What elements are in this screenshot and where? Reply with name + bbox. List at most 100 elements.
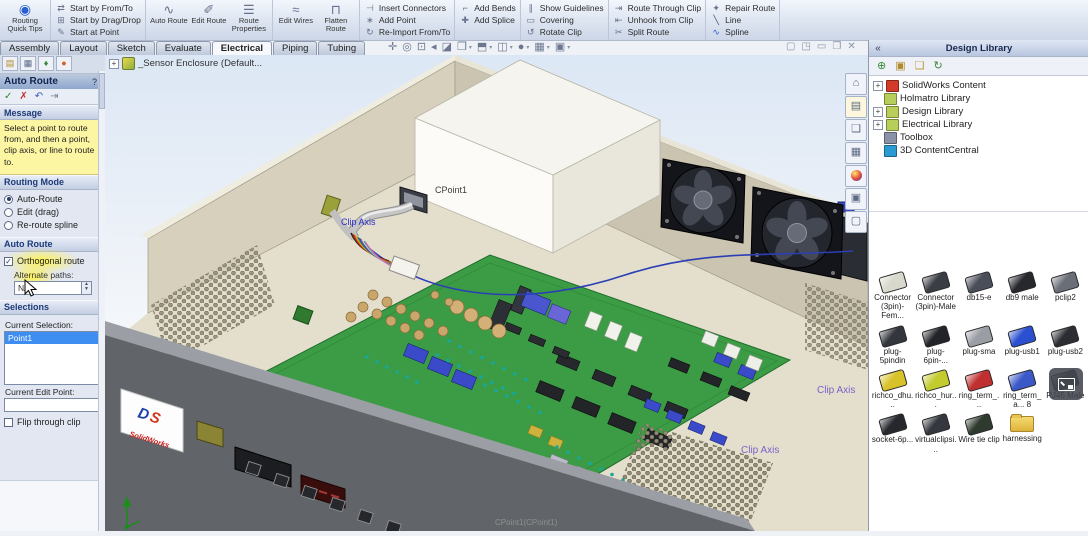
library-part-richco-hur[interactable]: richco_hur...: [914, 372, 957, 409]
library-part-connector-3pin-male[interactable]: Connector (3pin)-Male: [914, 274, 957, 321]
configurationmanager-tab[interactable]: ♦: [38, 56, 54, 71]
ribbon-button-route-properties[interactable]: ☰Route Properties: [229, 1, 269, 39]
propertymanager-tab[interactable]: ▦: [20, 56, 36, 71]
maximize-icon[interactable]: ▢: [786, 42, 795, 52]
ribbon-button-add-splice[interactable]: ✚Add Splice: [459, 14, 516, 26]
tree-expand-icon[interactable]: +: [873, 120, 883, 130]
appearances-tab[interactable]: [845, 165, 867, 187]
ribbon-button-covering[interactable]: ▭Covering: [525, 14, 604, 26]
routing-mode-group-header[interactable]: Routing Mode «: [0, 175, 105, 190]
tab-layout[interactable]: Layout: [60, 41, 107, 55]
flip-through-clip-option[interactable]: Flip through clip: [4, 416, 102, 429]
minimize-icon[interactable]: ▭: [817, 42, 826, 52]
library-part-pclip2[interactable]: pclip2: [1044, 274, 1087, 321]
routing-mode-option-re-route-spline[interactable]: Re-route spline: [4, 219, 102, 232]
tree-item-electrical-library[interactable]: +Electrical Library: [873, 118, 1088, 131]
library-part-plug-usb1[interactable]: plug-usb1: [1001, 328, 1044, 365]
camera-icon[interactable]: ▣: [555, 41, 565, 54]
ribbon-button-start-at-point[interactable]: ✎Start at Point: [55, 26, 141, 38]
zoom-fit-icon[interactable]: ◎: [402, 41, 412, 54]
feature-tree-item[interactable]: + _Sensor Enclosure (Default...: [109, 57, 262, 70]
view-orientation-icon[interactable]: ❒: [457, 41, 467, 54]
ribbon-button-start-by-drag-drop[interactable]: ⊞Start by Drag/Drop: [55, 14, 141, 26]
radio-icon[interactable]: [4, 221, 13, 230]
auto-route-group-header[interactable]: Auto Route «: [0, 237, 105, 252]
library-part-harnessing[interactable]: harnessing: [1001, 416, 1044, 453]
current-edit-point-input[interactable]: [4, 398, 102, 412]
routing-mode-option-auto-route[interactable]: Auto-Route: [4, 193, 102, 206]
view-palette-tab[interactable]: ▦: [845, 142, 867, 164]
dimxpertmanager-tab[interactable]: ●: [56, 56, 72, 71]
dropdown-arrow-icon[interactable]: ▾: [469, 44, 472, 51]
file-explorer-tab[interactable]: ❏: [845, 119, 867, 141]
ribbon-button-start-by-from-to[interactable]: ⇄Start by From/To: [55, 2, 141, 14]
ribbon-button-line[interactable]: ╲Line: [710, 14, 775, 26]
tab-electrical[interactable]: Electrical: [212, 41, 272, 55]
flip-through-clip-checkbox[interactable]: [4, 418, 13, 427]
tab-sketch[interactable]: Sketch: [108, 41, 155, 55]
dropdown-arrow-icon[interactable]: ▾: [547, 44, 550, 51]
library-part-virtualclipsi[interactable]: virtualclipsi...: [914, 416, 957, 453]
close-icon[interactable]: ✕: [847, 42, 855, 52]
tree-item-solidworks-content[interactable]: +SolidWorks Content: [873, 79, 1088, 92]
featuremanager-tab[interactable]: ▤: [2, 56, 18, 71]
refresh-icon[interactable]: ↻: [934, 59, 943, 73]
ribbon-button-show-guidelines[interactable]: ∥Show Guidelines: [525, 2, 604, 14]
ok-icon[interactable]: ✓: [4, 91, 12, 103]
library-part-connector-3pin-fem[interactable]: Connector (3pin)-Fem...: [871, 274, 914, 321]
zoom-area-icon[interactable]: ⊡: [417, 41, 426, 54]
pushpin-icon[interactable]: ⇥: [50, 91, 58, 103]
document-recovery-tab[interactable]: ▢: [845, 211, 867, 233]
orthogonal-route-option[interactable]: ✓ Orthogonal route: [4, 255, 102, 268]
library-part-socket-6p[interactable]: socket-6p...: [871, 416, 914, 453]
scene-icon[interactable]: ▦: [534, 41, 544, 54]
tab-assembly[interactable]: Assembly: [0, 41, 59, 55]
cascade-icon[interactable]: ❐: [832, 42, 841, 52]
orthogonal-route-checkbox[interactable]: ✓: [4, 257, 13, 266]
tab-evaluate[interactable]: Evaluate: [156, 41, 211, 55]
tree-item-design-library[interactable]: +Design Library: [873, 105, 1088, 118]
ribbon-button-routing-quick-tips[interactable]: ◉Routing Quick Tips: [3, 1, 47, 39]
create-new-folder-icon[interactable]: ❏: [915, 59, 925, 73]
library-part-plug-sma[interactable]: plug-sma: [957, 328, 1000, 365]
library-part-richco-dhu[interactable]: richco_dhu...: [871, 372, 914, 409]
tree-expand-icon[interactable]: +: [873, 107, 883, 117]
solidworks-resources-tab[interactable]: ⌂: [845, 73, 867, 95]
spinner-arrows-icon[interactable]: ▲▼: [82, 281, 92, 295]
collapse-panel-icon[interactable]: «: [869, 43, 887, 54]
design-library-tab[interactable]: ▤: [845, 96, 867, 118]
ribbon-button-split-route[interactable]: ✂Split Route: [613, 26, 702, 38]
tree-item-3d-contentcentral[interactable]: 3D ContentCentral: [873, 144, 1088, 157]
ribbon-button-route-through-clip[interactable]: ⇥Route Through Clip: [613, 2, 702, 14]
library-part-plug-6pin[interactable]: plug-6pin-...: [914, 328, 957, 365]
selection-list-item[interactable]: Point1: [5, 332, 101, 344]
radio-icon[interactable]: [4, 208, 13, 217]
display-style-icon[interactable]: ⬒: [477, 41, 487, 54]
dropdown-arrow-icon[interactable]: ▾: [489, 44, 492, 51]
tree-item-toolbox[interactable]: Toolbox: [873, 131, 1088, 144]
hide-show-items-icon[interactable]: ◫: [497, 41, 507, 54]
radio-icon[interactable]: [4, 195, 13, 204]
current-selection-listbox[interactable]: Point1: [4, 331, 102, 385]
ribbon-button-unhook-from-clip[interactable]: ⇤Unhook from Clip: [613, 14, 702, 26]
graphics-area[interactable]: D S SolidWorks CPoint1 Clip Axis Clip Ax…: [105, 55, 868, 531]
custom-properties-tab[interactable]: ▣: [845, 188, 867, 210]
ribbon-button-re-import-from-to[interactable]: ↻Re-Import From/To: [364, 26, 450, 38]
orientation-triad-icon[interactable]: ✛: [388, 41, 397, 54]
library-part-db9-male[interactable]: db9 male: [1001, 274, 1044, 321]
dropdown-arrow-icon[interactable]: ▾: [567, 44, 570, 51]
undo-icon[interactable]: ↶: [35, 91, 43, 103]
tab-piping[interactable]: Piping: [273, 41, 317, 55]
tree-expand-icon[interactable]: +: [873, 81, 883, 91]
expand-icon[interactable]: +: [109, 59, 119, 69]
dropdown-arrow-icon[interactable]: ▾: [510, 44, 513, 51]
appearances-icon[interactable]: ●: [518, 41, 525, 54]
add-to-library-icon[interactable]: ⊕: [877, 59, 886, 73]
library-part-wire-tie-clip[interactable]: Wire tie clip: [957, 416, 1000, 453]
ribbon-button-rotate-clip[interactable]: ↺Rotate Clip: [525, 26, 604, 38]
library-part-ring-term-a-8[interactable]: ring_term_a... 8: [1001, 372, 1044, 409]
ribbon-button-spline[interactable]: ∿Spline: [710, 26, 775, 38]
library-part-plug-usb2[interactable]: plug-usb2: [1044, 328, 1087, 365]
video-overlay-button[interactable]: [1049, 368, 1083, 400]
routing-mode-option-edit-drag[interactable]: Edit (drag): [4, 206, 102, 219]
